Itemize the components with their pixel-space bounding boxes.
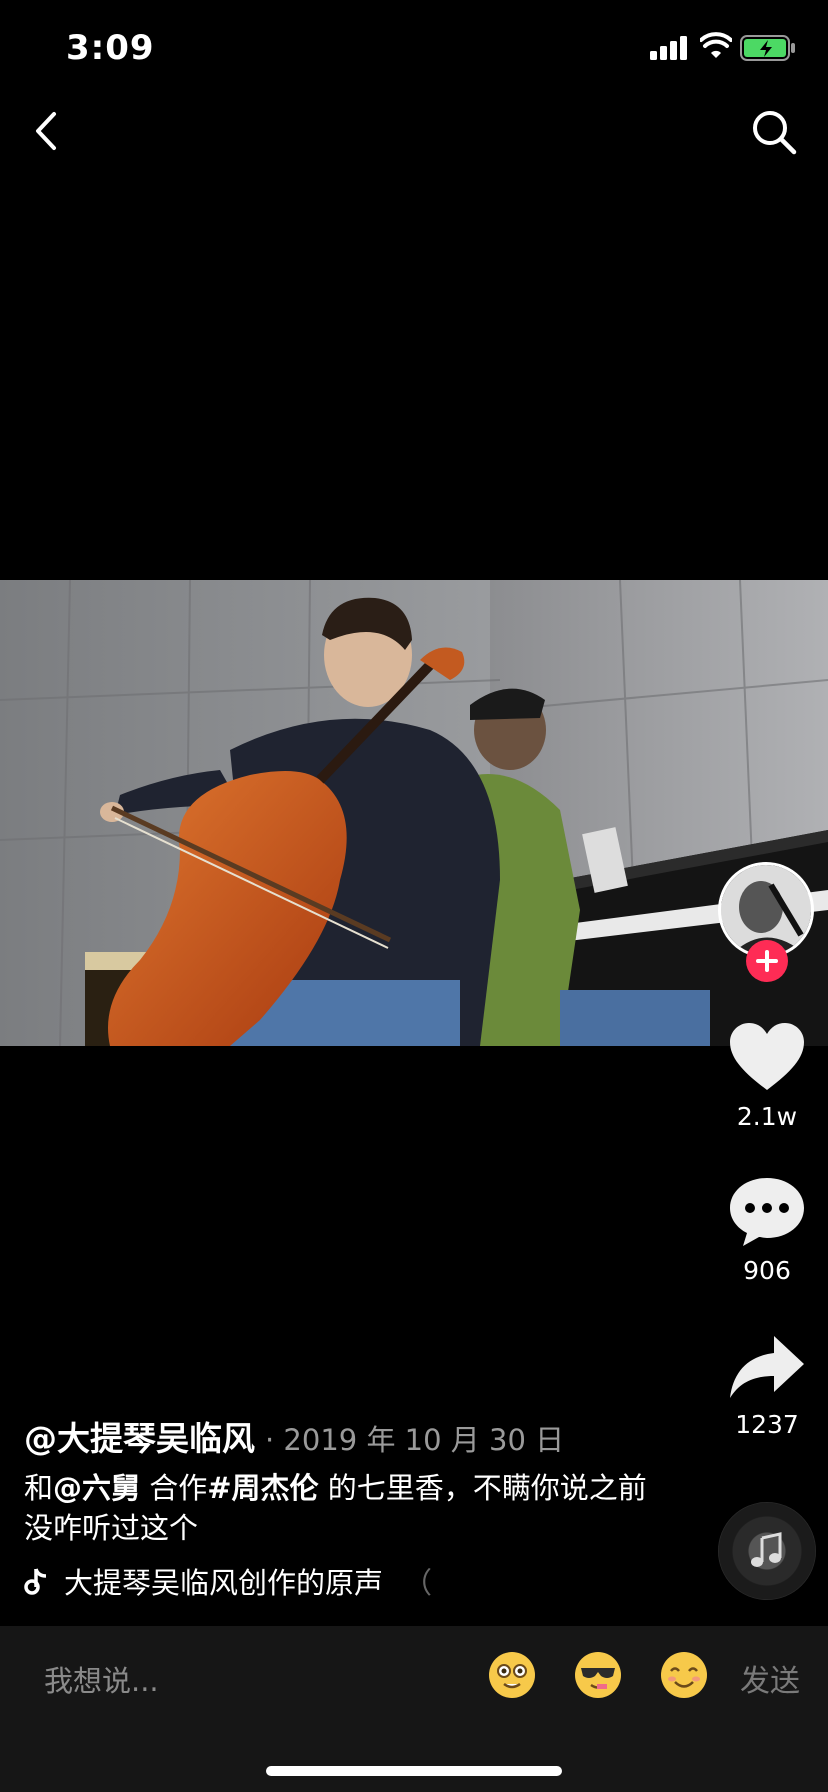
wifi-icon (700, 32, 732, 58)
video-thumbnail (0, 580, 828, 1046)
sound-title-overflow: （ (403, 1566, 433, 1600)
status-time: 3:09 (66, 28, 155, 68)
battery-icon (740, 35, 795, 61)
emoji-sunglasses-icon[interactable] (573, 1650, 623, 1700)
search-icon (753, 111, 797, 155)
post-date: · 2019 年 10 月 30 日 (265, 1423, 565, 1457)
music-note-icon (751, 1532, 782, 1567)
follow-button[interactable] (746, 940, 788, 982)
caption-text: 合作 (140, 1471, 208, 1505)
author-name[interactable]: @大提琴吴临风 (24, 1419, 255, 1458)
share-icon[interactable] (728, 1334, 806, 1400)
hashtag-link[interactable]: #周杰伦 (207, 1471, 318, 1505)
signal-icon (650, 36, 687, 60)
search-button[interactable] (746, 104, 802, 160)
sound-title: 大提琴吴临风创作的原声 (64, 1566, 384, 1600)
sound-link[interactable]: 大提琴吴临风创作的原声 （ (24, 1560, 432, 1602)
home-indicator[interactable] (266, 1766, 562, 1776)
back-button[interactable] (22, 104, 70, 158)
send-button[interactable]: 发送 (740, 1656, 800, 1700)
emoji-nerd-icon[interactable] (487, 1650, 537, 1700)
like-count: 2.1w (736, 1102, 798, 1131)
author-line: @大提琴吴临风 · 2019 年 10 月 30 日 (24, 1412, 564, 1460)
back-icon (36, 112, 56, 150)
music-disc[interactable] (718, 1502, 816, 1600)
comment-input[interactable]: 我想说... (44, 1658, 159, 1700)
mention-link[interactable]: @六舅 (53, 1471, 140, 1505)
heart-icon[interactable] (728, 1022, 806, 1092)
caption-text: 和 (24, 1471, 54, 1505)
share-count: 1237 (735, 1410, 799, 1439)
video-player[interactable] (0, 580, 828, 1046)
post-caption: 和@六舅 合作#周杰伦 的七里香，不瞒你说之前没咋听过这个 (24, 1468, 664, 1548)
emoji-smile-icon[interactable] (659, 1650, 709, 1700)
comment-icon[interactable] (728, 1176, 806, 1248)
plus-icon (756, 950, 778, 972)
music-note-icon (24, 1568, 47, 1595)
comment-count: 906 (743, 1256, 791, 1285)
